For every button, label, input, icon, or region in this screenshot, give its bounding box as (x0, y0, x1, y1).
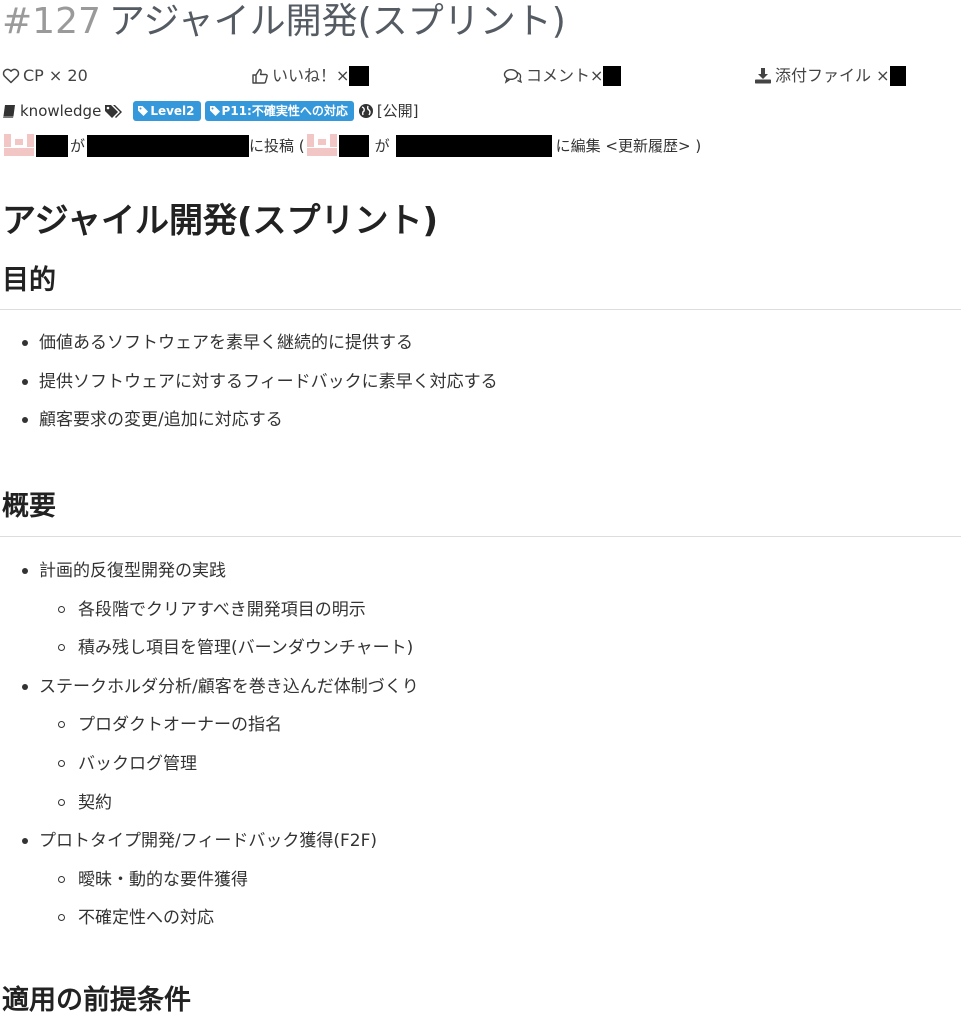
post-title: アジャイル開発(スプリント) (108, 1, 566, 42)
list-item: 各段階でクリアすべき開発項目の明示 (0, 591, 419, 630)
tag-level2[interactable]: Level2 (133, 101, 201, 121)
list-item: 曖昧・動的な要件獲得 (0, 861, 419, 900)
posted-by-label: が (70, 137, 86, 155)
attachment-count-redacted (889, 66, 906, 86)
attachment-stat[interactable]: 添付ファイル × (754, 64, 906, 88)
tag-label: Level2 (150, 104, 195, 118)
tag-label: P11:不確実性への対応 (221, 104, 348, 118)
list-item: 価値あるソフトウェアを素早く継続的に提供する (0, 324, 498, 363)
list-item: プロダクトオーナーの指名 (0, 706, 419, 745)
section-heading-purpose: 目的 (2, 265, 56, 296)
section-divider (0, 536, 961, 537)
editor-avatar[interactable] (306, 134, 337, 158)
list-item: 契約 (0, 784, 419, 823)
like-label: いいね！× (272, 66, 350, 85)
stats-bar: CP × 20 いいね！× コメント× 添付ファイル × (0, 64, 961, 88)
thumbs-up-icon (252, 68, 268, 84)
edit-date-redacted (395, 135, 552, 157)
editor-name-redacted[interactable] (338, 135, 369, 157)
meta-row: knowledge Level2 P11:不確実性への対応 [公開] (2, 99, 422, 123)
edited-by-label: が (374, 137, 390, 155)
section-heading-prerequisites: 適用の前提条件 (2, 985, 191, 1016)
tag-p11[interactable]: P11:不確実性への対応 (204, 101, 354, 121)
cp-label: CP × 20 (23, 66, 88, 85)
list-item: ステークホルダ分析/顧客を巻き込んだ体制づくり (0, 668, 419, 707)
attachment-label: 添付ファイル × (775, 66, 890, 85)
list-item: 積み残し項目を管理(バーンダウンチャート) (0, 629, 419, 668)
list-item: 顧客要求の変更/追加に対応する (0, 401, 498, 440)
posted-suffix-label: に投稿 ( (249, 137, 305, 155)
download-icon (755, 68, 771, 84)
author-name-redacted[interactable] (36, 135, 68, 157)
tag-icon (138, 106, 149, 116)
visibility-label: [公開] (376, 102, 419, 120)
edited-suffix-label[interactable]: に編集 <更新履歴> ) (556, 133, 702, 159)
author-avatar[interactable] (4, 134, 34, 158)
comment-label: コメント× (526, 66, 604, 85)
page-title: #127 アジャイル開発(スプリント) (2, 0, 566, 46)
purpose-list: 価値あるソフトウェアを素早く継続的に提供する 提供ソフトウェアに対するフィードバ… (0, 324, 498, 440)
tag-icon (209, 106, 220, 116)
list-item: プロトタイプ開発/フィードバック獲得(F2F) (0, 822, 419, 861)
comments-icon (503, 68, 523, 84)
overview-list: 計画的反復型開発の実践 各段階でクリアすべき開発項目の明示 積み残し項目を管理(… (0, 552, 419, 938)
author-row: が に投稿 ( が に編集 <更新履歴> ) (4, 133, 701, 159)
post-type-label: knowledge (20, 102, 102, 120)
section-heading-overview: 概要 (2, 491, 56, 522)
comment-count-redacted (603, 66, 622, 86)
like-stat[interactable]: いいね！× (251, 64, 370, 88)
globe-icon (358, 104, 373, 118)
comment-stat[interactable]: コメント× (503, 64, 622, 88)
list-item: 不確定性への対応 (0, 899, 419, 938)
heart-icon (2, 68, 20, 84)
book-icon (3, 104, 15, 118)
article-title: アジャイル開発(スプリント) (2, 201, 439, 241)
post-date-redacted (87, 135, 250, 157)
section-divider (0, 309, 961, 310)
post-number: #127 (2, 1, 101, 42)
list-item: バックログ管理 (0, 745, 419, 784)
cp-stat[interactable]: CP × 20 (2, 64, 88, 88)
list-item: 計画的反復型開発の実践 (0, 552, 419, 591)
like-count-redacted (349, 66, 370, 86)
list-item: 提供ソフトウェアに対するフィードバックに素早く対応する (0, 363, 498, 402)
tags-icon (105, 104, 123, 118)
